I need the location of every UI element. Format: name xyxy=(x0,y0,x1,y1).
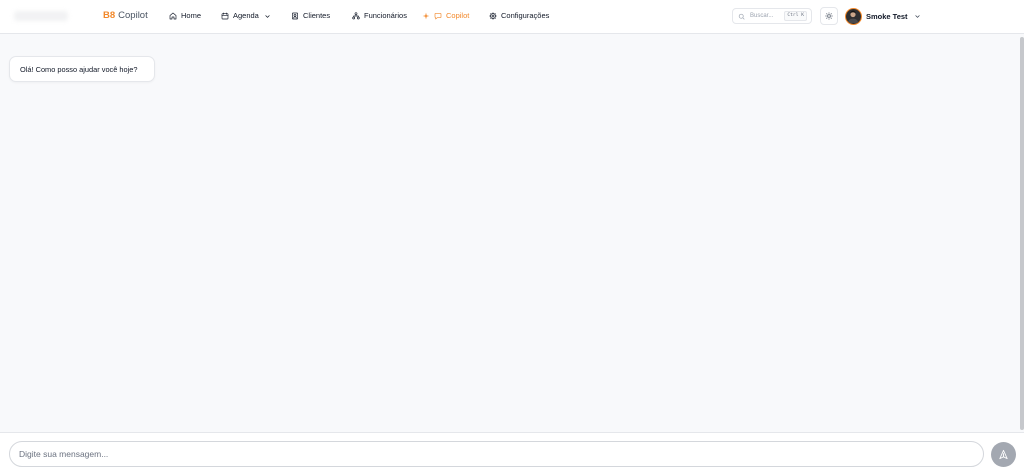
theme-toggle-button[interactable] xyxy=(820,7,838,25)
chevron-down-icon xyxy=(264,13,271,20)
nav-item-home[interactable]: Home xyxy=(169,10,201,22)
gear-icon xyxy=(489,12,497,20)
user-icon xyxy=(291,12,299,20)
nav-item-copilot[interactable]: Copilot xyxy=(422,10,469,22)
user-name: Smoke Test xyxy=(866,11,908,21)
chat-bubble-icon xyxy=(434,12,442,20)
chevron-down-icon xyxy=(914,13,921,20)
nav-item-clientes[interactable]: Clientes xyxy=(291,10,330,22)
assistant-message: Olá! Como posso ajudar você hoje? xyxy=(9,56,155,82)
nav-item-label: Configurações xyxy=(501,11,550,20)
sparkle-icon xyxy=(422,12,430,20)
user-menu[interactable]: Smoke Test xyxy=(845,7,921,25)
scrollbar[interactable] xyxy=(1020,37,1024,430)
message-composer xyxy=(0,432,1024,473)
logo[interactable] xyxy=(14,11,68,21)
calendar-icon xyxy=(221,12,229,20)
nav-item-label: Clientes xyxy=(303,11,331,20)
brand[interactable]: B8 Copilot xyxy=(103,10,148,22)
search-shortcut: Ctrl K xyxy=(784,11,807,21)
user-avatar xyxy=(845,7,862,25)
nav-item-label: Home xyxy=(181,11,202,20)
team-icon xyxy=(352,12,360,20)
search-icon xyxy=(738,13,745,20)
top-navbar: B8 Copilot Home Agenda Clientes Funcioná… xyxy=(0,0,1024,34)
send-button[interactable] xyxy=(991,442,1016,467)
brand-mark: B8 xyxy=(103,10,116,21)
nav-item-configuracoes[interactable]: Configurações xyxy=(489,10,549,22)
send-icon xyxy=(998,449,1009,460)
nav-item-label: Funcionários xyxy=(364,11,407,20)
nav-item-label: Agenda xyxy=(233,11,259,20)
nav-item-funcionarios[interactable]: Funcionários xyxy=(352,10,407,22)
sun-icon xyxy=(825,12,833,20)
home-icon xyxy=(169,12,177,20)
message-input[interactable] xyxy=(9,441,984,467)
search-button[interactable]: Buscar... Ctrl K xyxy=(732,8,812,24)
nav-item-agenda[interactable]: Agenda xyxy=(221,10,271,22)
nav-item-label: Copilot xyxy=(446,11,470,20)
chat-area: Olá! Como posso ajudar você hoje? xyxy=(0,34,1024,432)
brand-name: Copilot xyxy=(118,10,148,21)
search-placeholder: Buscar... xyxy=(750,13,774,19)
message-text: Olá! Como posso ajudar você hoje? xyxy=(20,64,138,74)
